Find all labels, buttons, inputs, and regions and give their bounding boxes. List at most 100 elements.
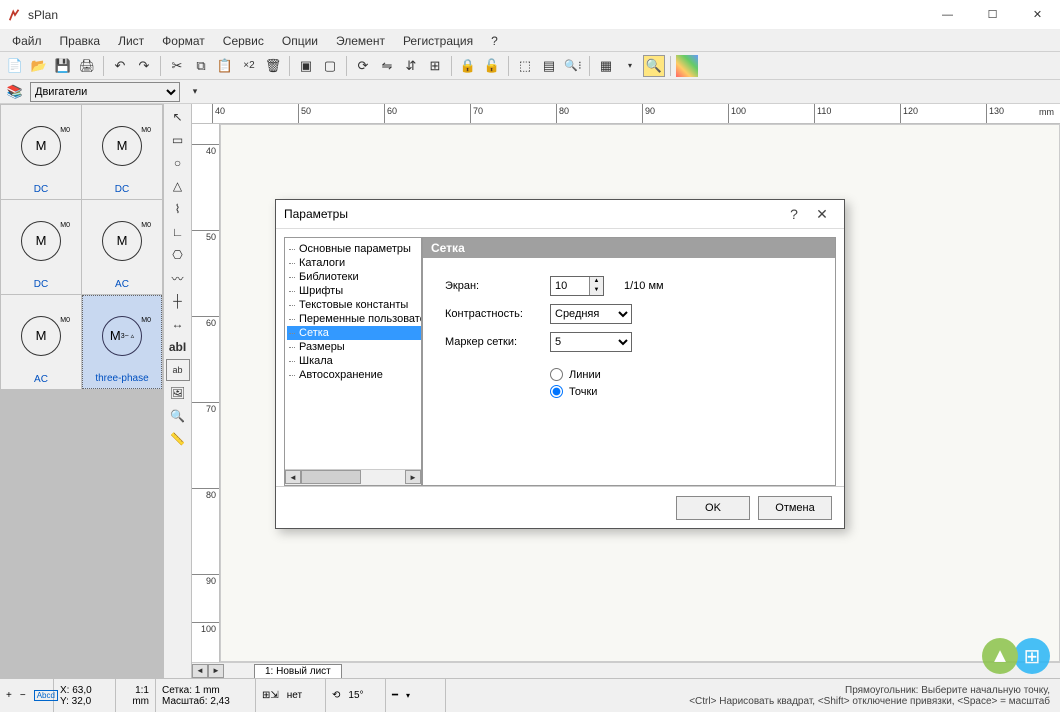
maximize-button[interactable]: ☐	[970, 0, 1015, 30]
rotate-icon[interactable]: ⟳	[352, 55, 374, 77]
tree-item-fonts[interactable]: Шрифты	[287, 284, 421, 298]
tree-item-catalogs[interactable]: Каталоги	[287, 256, 421, 270]
marker-select[interactable]: 5	[550, 332, 632, 352]
pointer-icon[interactable]: ↖	[166, 106, 190, 128]
component-dc-1[interactable]: MM0 DC	[1, 105, 81, 199]
line-tool-icon[interactable]: ∟	[166, 221, 190, 243]
color-swatch-icon[interactable]	[676, 55, 698, 77]
close-button[interactable]: ✕	[1015, 0, 1060, 30]
spline-tool-icon[interactable]: ⌇	[166, 198, 190, 220]
tree-scroll-left-icon[interactable]: ◄	[285, 470, 301, 484]
radio-dots[interactable]	[550, 385, 563, 398]
tree-item-general[interactable]: Основные параметры	[287, 242, 421, 256]
front-icon[interactable]: ▣	[295, 55, 317, 77]
menu-help[interactable]: ?	[483, 32, 506, 50]
line-style-icon[interactable]: ━	[392, 690, 398, 701]
component-ac-1[interactable]: MM0 AC	[82, 200, 162, 294]
tree-scroll-right-icon[interactable]: ►	[405, 470, 421, 484]
magnify-icon[interactable]: 🔍	[643, 55, 665, 77]
scroll-right-icon[interactable]: ►	[208, 664, 224, 678]
scroll-left-icon[interactable]: ◄	[192, 664, 208, 678]
save-icon[interactable]: 💾	[52, 55, 74, 77]
group-icon[interactable]: ⊞	[424, 55, 446, 77]
list-icon[interactable]: ▤	[538, 55, 560, 77]
tree-item-scale[interactable]: Шкала	[287, 354, 421, 368]
delete-icon[interactable]: 🗑	[262, 55, 284, 77]
zoom-in-icon[interactable]: +	[6, 690, 12, 701]
redo-icon[interactable]: ↷	[133, 55, 155, 77]
tree-item-libraries[interactable]: Библиотеки	[287, 270, 421, 284]
new-icon[interactable]: 📄	[4, 55, 26, 77]
screen-input[interactable]: ▲▼	[550, 276, 604, 296]
dialog-help-icon[interactable]: ?	[780, 206, 808, 222]
dimension-tool-icon[interactable]: ↔	[166, 313, 190, 335]
angle-icon[interactable]: ⟲	[332, 690, 340, 701]
component-dc-3[interactable]: MM0 DC	[1, 200, 81, 294]
dialog-close-icon[interactable]: ✕	[808, 206, 836, 223]
tree-item-grid[interactable]: Сетка	[287, 326, 421, 340]
search-icon[interactable]: 🔍⁝	[562, 55, 584, 77]
radio-lines[interactable]	[550, 368, 563, 381]
circle-tool-icon[interactable]: ○	[166, 152, 190, 174]
zoom-out-icon[interactable]: −	[20, 690, 26, 701]
cancel-button[interactable]: Отмена	[758, 496, 832, 520]
flip-h-icon[interactable]: ⇋	[376, 55, 398, 77]
status-hint-1: Прямоугольник: Выберите начальную точку,	[689, 685, 1050, 696]
contrast-select[interactable]: Средняя	[550, 304, 632, 324]
polygon-tool-icon[interactable]: △	[166, 175, 190, 197]
library-icon[interactable]: 📚	[4, 81, 26, 103]
select-rect-icon[interactable]: ⬚	[514, 55, 536, 77]
spinner-up-icon[interactable]: ▲	[590, 277, 603, 286]
text-tool-icon[interactable]: abI	[166, 336, 190, 358]
undo-icon[interactable]: ↶	[109, 55, 131, 77]
ok-button[interactable]: OK	[676, 496, 750, 520]
spinner-down-icon[interactable]: ▼	[590, 286, 603, 295]
tree-scroll-thumb[interactable]	[301, 470, 361, 484]
image-tool-icon[interactable]: 🖼	[166, 382, 190, 404]
menu-sheet[interactable]: Лист	[110, 32, 152, 50]
node-tool-icon[interactable]: ┼	[166, 290, 190, 312]
grid-dropdown-icon[interactable]: ▾	[619, 55, 641, 77]
screen-input-field[interactable]	[551, 277, 589, 295]
unlock-icon[interactable]: 🔓	[481, 55, 503, 77]
line-dropdown-icon[interactable]: ▾	[406, 691, 410, 700]
options-tree[interactable]: Основные параметры Каталоги Библиотеки Ш…	[284, 237, 422, 486]
status-hint-2: <Ctrl> Нарисовать квадрат, <Shift> отклю…	[689, 696, 1050, 707]
back-icon[interactable]: ▢	[319, 55, 341, 77]
menu-service[interactable]: Сервис	[215, 32, 272, 50]
component-ac-2[interactable]: MM0 AC	[1, 295, 81, 389]
tree-item-uservars[interactable]: Переменные пользователя	[287, 312, 421, 326]
bezier-tool-icon[interactable]: 〰	[166, 267, 190, 289]
tree-item-dimensions[interactable]: Размеры	[287, 340, 421, 354]
cut-icon[interactable]: ✂	[166, 55, 188, 77]
menu-element[interactable]: Элемент	[328, 32, 393, 50]
rect-tool-icon[interactable]: ▭	[166, 129, 190, 151]
duplicate-icon[interactable]: ×2	[238, 55, 260, 77]
zoom-tool-icon[interactable]: 🔍	[166, 405, 190, 427]
tree-item-textconst[interactable]: Текстовые константы	[287, 298, 421, 312]
snap-icon[interactable]: ⊞⇲	[262, 690, 279, 701]
polyline-tool-icon[interactable]: ⎔	[166, 244, 190, 266]
copy-icon[interactable]: ⧉	[190, 55, 212, 77]
library-dropdown-icon[interactable]: ▾	[184, 81, 206, 103]
component-three-phase[interactable]: M3~ ▵M0 three-phase	[82, 295, 162, 389]
menu-edit[interactable]: Правка	[52, 32, 109, 50]
print-icon[interactable]: 🖨	[76, 55, 98, 77]
menu-options[interactable]: Опции	[274, 32, 326, 50]
grid-icon[interactable]: ▦	[595, 55, 617, 77]
open-icon[interactable]: 📂	[28, 55, 50, 77]
library-select[interactable]: Двигатели	[30, 82, 180, 102]
lock-icon[interactable]: 🔒	[457, 55, 479, 77]
sheet-tab[interactable]: 1: Новый лист	[254, 664, 342, 678]
menu-file[interactable]: Файл	[4, 32, 50, 50]
textbox-tool-icon[interactable]: ab	[166, 359, 190, 381]
menu-registration[interactable]: Регистрация	[395, 32, 481, 50]
measure-tool-icon[interactable]: 📏	[166, 428, 190, 450]
minimize-button[interactable]: —	[925, 0, 970, 30]
flip-v-icon[interactable]: ⇵	[400, 55, 422, 77]
component-dc-2[interactable]: MM0 DC	[82, 105, 162, 199]
menu-format[interactable]: Формат	[154, 32, 213, 50]
tree-item-autosave[interactable]: Автосохранение	[287, 368, 421, 382]
menubar: Файл Правка Лист Формат Сервис Опции Эле…	[0, 30, 1060, 52]
paste-icon[interactable]: 📋	[214, 55, 236, 77]
